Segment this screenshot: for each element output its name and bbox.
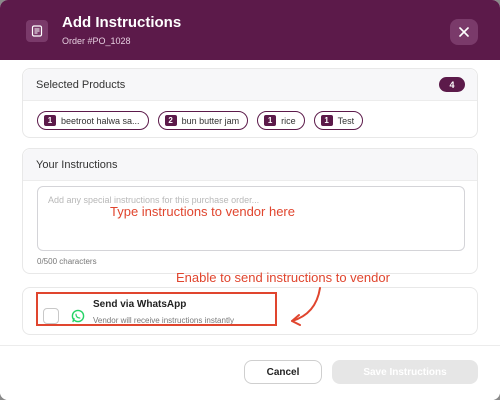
instructions-title: Your Instructions <box>36 159 118 171</box>
annotation-arrow <box>291 287 321 326</box>
whatsapp-annotation: Enable to send instructions to vendor <box>176 270 390 285</box>
close-icon <box>459 27 469 37</box>
whatsapp-checkbox[interactable] <box>43 308 59 324</box>
product-name: bun butter jam <box>181 115 240 126</box>
modal-header: Add Instructions Order #PO_1028 <box>0 0 500 60</box>
add-instructions-modal: Add Instructions Order #PO_1028 Selected… <box>0 0 500 400</box>
order-number: Order #PO_1028 <box>62 36 131 46</box>
product-count-badge: 4 <box>439 77 465 92</box>
cancel-button[interactable]: Cancel <box>244 360 322 384</box>
product-qty: 1 <box>264 115 277 126</box>
save-instructions-button[interactable]: Save Instructions <box>332 360 478 384</box>
product-qty: 1 <box>44 115 56 126</box>
product-chips: 1 beetroot halwa sa... 2 bun butter jam … <box>37 111 364 130</box>
product-qty: 2 <box>164 115 177 126</box>
product-name: rice <box>281 115 296 126</box>
character-count: 0/500 characters <box>37 257 97 266</box>
product-chip: 1 beetroot halwa sa... <box>37 111 149 130</box>
selected-products-title: Selected Products <box>36 79 126 91</box>
modal-footer: Cancel Save Instructions <box>0 345 500 400</box>
product-chip: 2 bun butter jam <box>157 111 249 130</box>
modal-title: Add Instructions <box>62 14 182 31</box>
close-button[interactable] <box>450 19 478 45</box>
whatsapp-icon <box>71 309 85 328</box>
whatsapp-card: Send via WhatsApp Vendor will receive in… <box>22 287 478 335</box>
document-icon <box>26 20 48 42</box>
product-name: Test <box>337 115 355 126</box>
whatsapp-subtitle: Vendor will receive instructions instant… <box>93 316 234 325</box>
whatsapp-title: Send via WhatsApp <box>93 299 187 310</box>
product-chip: 1 rice <box>257 111 305 130</box>
product-chip: 1 Test <box>313 111 364 130</box>
textarea-annotation: Type instructions to vendor here <box>110 204 295 219</box>
instructions-header: Your Instructions <box>23 149 477 181</box>
product-qty: 1 <box>320 115 333 126</box>
whatsapp-option[interactable]: Send via WhatsApp Vendor will receive in… <box>37 294 467 330</box>
selected-products-card: Selected Products 4 1 beetroot halwa sa.… <box>22 68 478 138</box>
selected-products-header: Selected Products 4 <box>23 69 477 101</box>
product-name: beetroot halwa sa... <box>61 115 140 126</box>
